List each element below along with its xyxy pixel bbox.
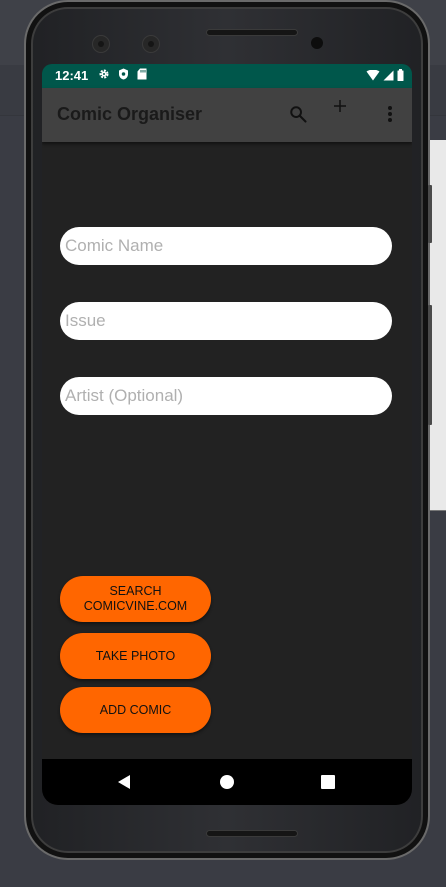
battery-icon bbox=[397, 69, 404, 84]
search-icon[interactable] bbox=[286, 102, 310, 126]
wifi-icon bbox=[366, 69, 380, 84]
add-icon[interactable] bbox=[328, 94, 352, 118]
settings-icon bbox=[98, 68, 110, 83]
shield-icon bbox=[118, 68, 129, 83]
app-bar: Comic Organiser bbox=[42, 88, 412, 142]
search-button-label-line1: SEARCH bbox=[109, 584, 162, 598]
comic-name-placeholder: Comic Name bbox=[65, 236, 164, 255]
status-time: 12:41 bbox=[55, 68, 89, 83]
artist-placeholder: Artist (Optional) bbox=[65, 386, 184, 405]
navigation-bar bbox=[42, 759, 412, 805]
recents-icon[interactable] bbox=[318, 772, 338, 792]
front-camera-icon bbox=[92, 35, 110, 53]
volume-button[interactable] bbox=[428, 305, 432, 425]
earpiece-speaker bbox=[206, 29, 298, 36]
home-icon[interactable] bbox=[217, 772, 237, 792]
issue-placeholder: Issue bbox=[65, 311, 106, 330]
power-button[interactable] bbox=[428, 185, 432, 243]
issue-input[interactable]: Issue bbox=[60, 302, 392, 340]
bottom-speaker bbox=[206, 830, 298, 837]
overflow-menu-icon[interactable] bbox=[378, 102, 402, 126]
status-bar: 12:41 bbox=[42, 64, 412, 88]
take-photo-button[interactable]: TAKE PHOTO bbox=[60, 633, 211, 679]
add-comic-button[interactable]: ADD COMIC bbox=[60, 687, 211, 733]
add-comic-label: ADD COMIC bbox=[99, 702, 172, 717]
proximity-sensor bbox=[311, 37, 323, 49]
artist-input[interactable]: Artist (Optional) bbox=[60, 377, 392, 415]
comic-name-input[interactable]: Comic Name bbox=[60, 227, 392, 265]
search-comicvine-button[interactable]: SEARCH COMICVINE.COM bbox=[60, 576, 211, 622]
front-camera-icon bbox=[142, 35, 160, 53]
take-photo-label: TAKE PHOTO bbox=[95, 648, 176, 663]
app-title: Comic Organiser bbox=[57, 104, 203, 124]
device-screen: 12:41 Comic Organiser Comic Name Issue A… bbox=[42, 64, 412, 805]
sd-card-icon bbox=[137, 68, 147, 83]
signal-icon bbox=[383, 69, 394, 84]
search-button-label-line2: COMICVINE.COM bbox=[83, 599, 188, 613]
back-icon[interactable] bbox=[114, 772, 134, 792]
